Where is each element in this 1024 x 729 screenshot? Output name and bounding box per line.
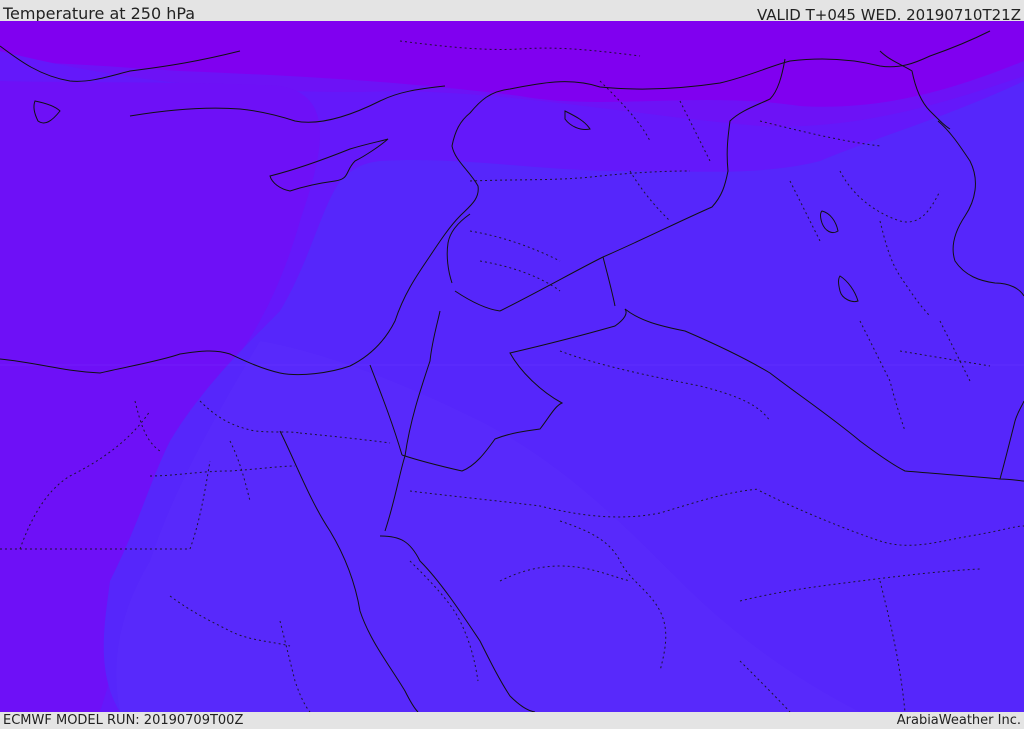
footer-bar: ECMWF MODEL RUN: 20190709T00Z ArabiaWeat… <box>0 712 1024 729</box>
model-run-label: ECMWF MODEL RUN: 20190709T00Z <box>3 713 244 728</box>
map-canvas <box>0 21 1024 712</box>
header-bar: Temperature at 250 hPa VALID T+045 WED. … <box>0 0 1024 24</box>
weather-map[interactable] <box>0 21 1024 712</box>
credit-label: ArabiaWeather Inc. <box>896 713 1021 728</box>
